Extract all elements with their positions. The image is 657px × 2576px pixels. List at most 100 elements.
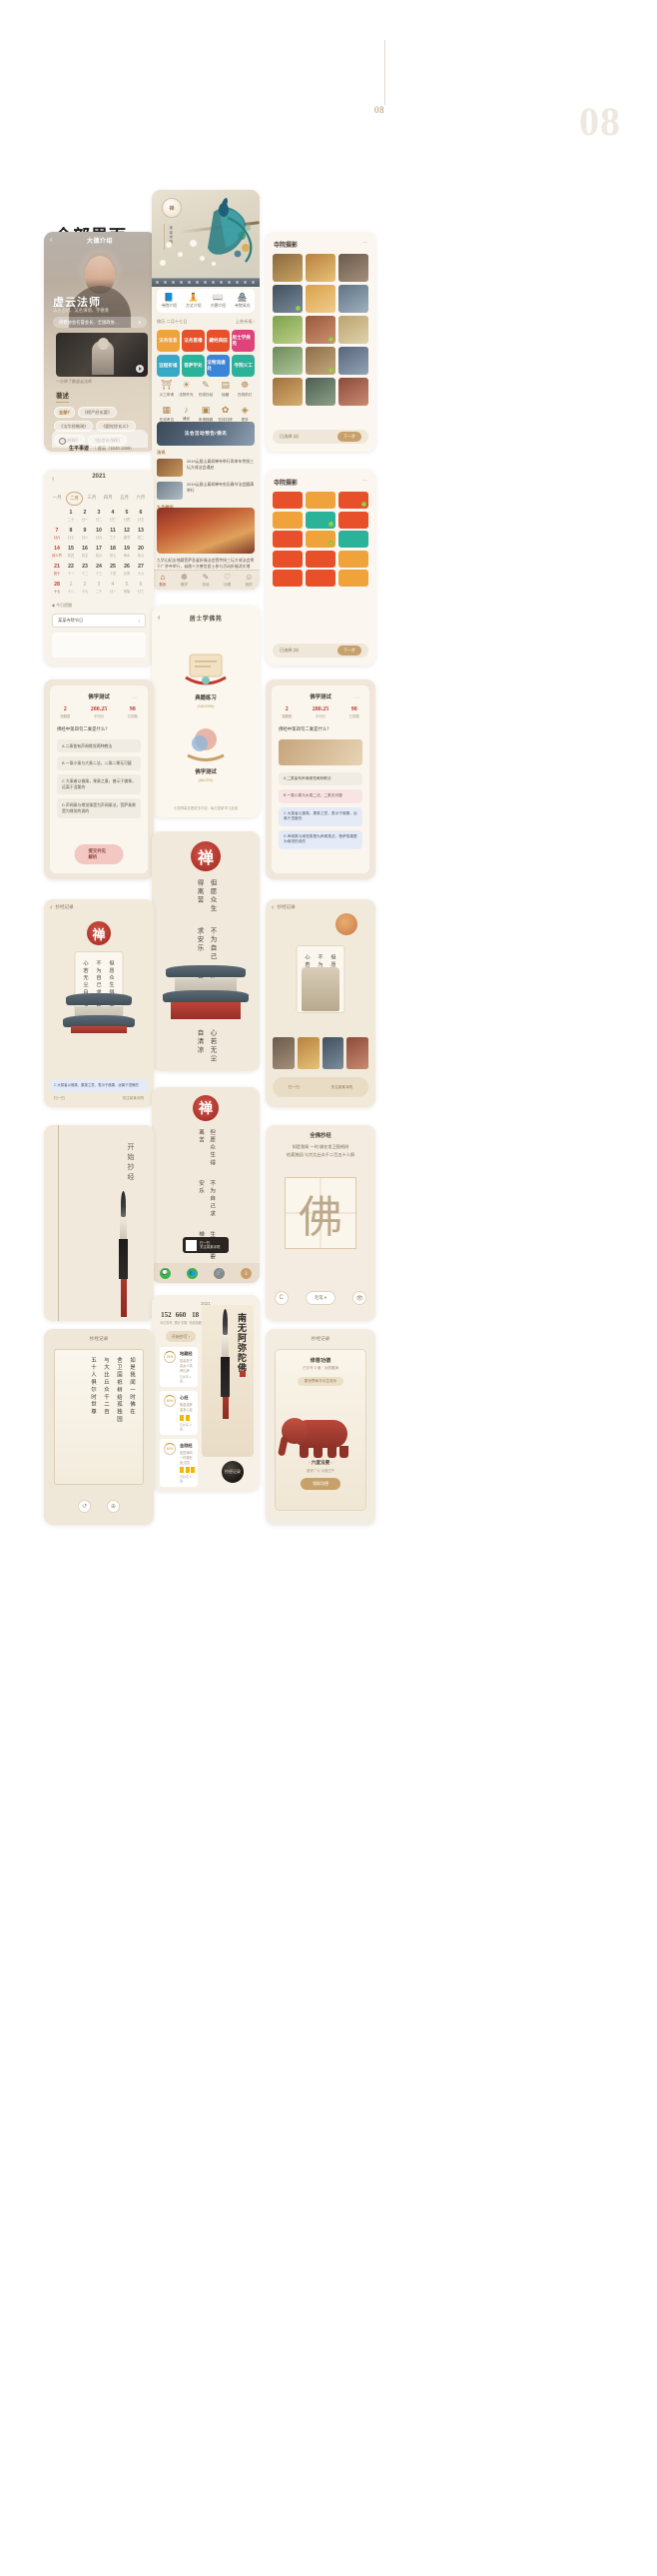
service-tile[interactable]: 菩萨学处 <box>182 354 205 377</box>
study-item-buddhist-test[interactable]: 佛学测试 (86/200) <box>152 723 260 782</box>
gallery-photo[interactable] <box>338 316 368 344</box>
gallery-photo[interactable] <box>337 570 368 587</box>
strip-photo[interactable] <box>273 1037 295 1069</box>
gallery-photo[interactable]: ✓ <box>305 511 336 529</box>
calendar-day[interactable]: 14 情人节 <box>50 546 64 558</box>
follow-action[interactable]: 关注某某寺院 <box>331 1085 353 1090</box>
calendar-day[interactable]: 7 廿六 <box>50 528 64 540</box>
incense-link[interactable]: 上香祈福 › <box>236 319 255 325</box>
tag-item[interactable]: 《楞严经玄要》 <box>77 407 118 418</box>
calendar-day[interactable]: 4 廿三 <box>106 510 120 522</box>
undo-icon[interactable]: ↺ <box>78 1500 91 1513</box>
quick-nav-item-temple-intro[interactable]: 📘 寺院介绍 <box>157 293 182 310</box>
icon-menu-item[interactable]: ▦ 在线考试 <box>157 405 177 423</box>
calendar-day[interactable]: 13 初二 <box>134 528 148 540</box>
writing-paper[interactable]: 如是我闻一时佛在 舍卫国祇树给孤独园 与大比丘众千二百 五十人俱尔时世尊 <box>54 1349 144 1485</box>
screen-quote-share[interactable]: ‹ 抄经记录 禅 但愿众生得离苦 不为自己求安乐 心若无尘自清凉 C 大乘者以佛… <box>44 899 154 1107</box>
screen-merit-card[interactable]: 抄经记录 修善功德 已抄写 5 遍 · 功德圆满 愿世界和平众生安乐 · 六度法… <box>266 1329 375 1525</box>
gallery-photo[interactable] <box>305 570 336 587</box>
gallery-photo[interactable] <box>306 254 335 282</box>
screen-quote-gallery[interactable]: ‹ 抄经记录 但愿众生得离苦 不为自己求安乐 心若无尘自清凉 扫一扫 关注某某寺… <box>266 899 375 1107</box>
download-icon[interactable]: ⤓ <box>241 1267 252 1279</box>
more-icon[interactable]: ⋯ <box>353 694 360 701</box>
icon-menu-item[interactable]: ✎ 在线抄经 <box>196 380 216 398</box>
start-copying-label[interactable]: 开始抄经 <box>126 1143 136 1183</box>
calendar-day[interactable]: 1 十八 <box>64 582 78 594</box>
gallery-photo[interactable]: ✓ <box>337 492 368 509</box>
gallery-photo[interactable]: ✓ <box>273 285 303 313</box>
month-tab[interactable]: 五月 <box>117 492 131 506</box>
month-tab[interactable]: 一月 <box>50 492 64 506</box>
service-tile[interactable]: 藏经典园 <box>207 330 230 352</box>
gallery-photo[interactable]: ✓ <box>306 316 335 344</box>
quick-nav-item-temple-scenery[interactable]: 🏯 寺院风光 <box>231 293 256 310</box>
intro-video[interactable] <box>56 333 148 377</box>
month-tab-active[interactable]: 二月 <box>66 492 83 506</box>
gallery-photo[interactable] <box>306 285 335 313</box>
link-icon[interactable]: 🔗 <box>214 1267 225 1279</box>
calendar-day[interactable]: 2 十九 <box>78 582 92 594</box>
next-button[interactable]: 下一步 <box>337 645 361 655</box>
service-tile[interactable]: 法物流通处 <box>207 354 230 377</box>
icon-menu-item[interactable]: ♪ 诵经 <box>177 405 197 423</box>
month-tab[interactable]: 三月 <box>85 492 99 506</box>
more-icon[interactable]: ⋯ <box>362 478 367 484</box>
calendar-day[interactable]: 16 初五 <box>78 546 92 558</box>
share-action-save[interactable]: 扫一扫 <box>54 1096 65 1101</box>
tracing-character[interactable]: 佛 <box>285 1177 356 1249</box>
start-copy-button[interactable]: 开始抄写 › <box>166 1331 196 1342</box>
service-tile[interactable]: 居士学佛苑 <box>232 330 255 352</box>
calendar-day[interactable]: 6 廿五 <box>134 510 148 522</box>
copy-record-button[interactable]: 抄经记录 <box>222 1461 244 1483</box>
service-tile[interactable]: 法务信息 <box>157 330 180 352</box>
calendar-day[interactable]: 20 初九 <box>134 546 148 558</box>
tab-copy-sutra[interactable]: ✎ 抄经 <box>195 573 217 588</box>
gallery-photo[interactable] <box>273 492 304 509</box>
service-tile[interactable]: 寺院义工 <box>232 354 255 377</box>
festival-input[interactable]: 某某寺院节日 › <box>52 614 146 628</box>
gallery-photo[interactable] <box>273 378 303 406</box>
master-title-chip[interactable]: 佛教协会名誉会长、全国政协… ▾ <box>53 317 147 328</box>
month-tab[interactable]: 四月 <box>101 492 115 506</box>
calendar-day[interactable]: 19 雨水 <box>120 546 134 558</box>
calendar-day[interactable]: 6 廿三 <box>134 582 148 594</box>
gallery-photo[interactable] <box>338 347 368 375</box>
calendar-day[interactable]: 8 廿七 <box>64 528 78 540</box>
gallery-photo[interactable] <box>337 511 368 529</box>
screen-study-courtyard[interactable]: ‹ 居士学佛苑 典籍练习 (160/999) 佛学测试 (86/200) 长按屏… <box>152 606 260 817</box>
calendar-day[interactable]: 11 三十 <box>106 528 120 540</box>
month-tab[interactable]: 六月 <box>134 492 148 506</box>
icon-menu-item[interactable]: ▤ 经藏 <box>216 380 236 398</box>
gallery-photo[interactable] <box>337 550 368 568</box>
back-icon[interactable]: ‹ <box>50 904 52 911</box>
quiz-option[interactable]: D 声闻乘与缘觉乘是为声闻乘法，菩萨乘果是为缘觉的说的 <box>57 798 141 818</box>
gallery-photo[interactable] <box>338 254 368 282</box>
screen-sutra-grid[interactable]: 全佛抄经 如是我闻 一时 佛在舍卫国祇树 给孤独园 与大比丘众千二百五十人俱 佛… <box>266 1125 375 1321</box>
strip-photo[interactable] <box>322 1037 344 1069</box>
more-icon[interactable]: ⋯ <box>362 240 367 246</box>
icon-menu-item[interactable]: ☸ 在线供灯 <box>235 380 255 398</box>
news-item[interactable]: 2019云居山真如禅寺农历春节法会圆满举行 <box>157 482 255 500</box>
calendar-day[interactable]: 27 十六 <box>134 564 148 576</box>
screen-gallery[interactable]: 寺院摄影 ⋯ ✓ ✓ ✓ 已选择 (3) 下一步 <box>266 232 375 452</box>
claim-merit-button[interactable]: 领取功德 <box>301 1478 340 1490</box>
event-banner[interactable]: 法会活动预告/佛讯 <box>157 422 255 446</box>
gallery-photo[interactable] <box>338 378 368 406</box>
calendar-day[interactable]: 10 廿九 <box>92 528 106 540</box>
quiz-option[interactable]: A 二乘皆有声闻缘觉两种教法 <box>57 738 141 753</box>
wechat-icon[interactable]: 💬 <box>160 1267 171 1279</box>
calendar-day[interactable]: 5 廿四 <box>120 510 134 522</box>
screen-writing-tablet[interactable]: 抄经记录 如是我闻一时佛在 舍卫国祇树给孤独园 与大比丘众千二百 五十人俱尔时世… <box>44 1329 154 1525</box>
gallery-photo[interactable] <box>305 492 336 509</box>
feature-image[interactable] <box>157 508 255 554</box>
sutra-progress-item[interactable]: 25% 地藏经 若善男子善女人供养礼拜 已抄写 1 遍 <box>160 1347 198 1387</box>
next-button[interactable]: 下一步 <box>337 432 361 442</box>
screen-chant-list[interactable]: 2021 152 今日抄写 660 累计字数 18 完成篇数 开始抄写 › 25% 地… <box>152 1295 260 1491</box>
screen-poster-share[interactable]: 禅 但愿众生得离苦 不为自己求安乐 生活需要一点禅意 扫一扫 关注某某寺院 💬 … <box>152 1087 260 1283</box>
study-item-scripture-practice[interactable]: 典籍练习 (160/999) <box>152 649 260 708</box>
strip-photo[interactable] <box>297 1037 320 1069</box>
gallery-photo[interactable]: ✓ <box>306 347 335 375</box>
gallery-photo[interactable]: ✓ <box>305 531 336 548</box>
calendar-day[interactable]: 15 初四 <box>64 546 78 558</box>
calendar-day[interactable]: 12 春节 <box>120 528 134 540</box>
